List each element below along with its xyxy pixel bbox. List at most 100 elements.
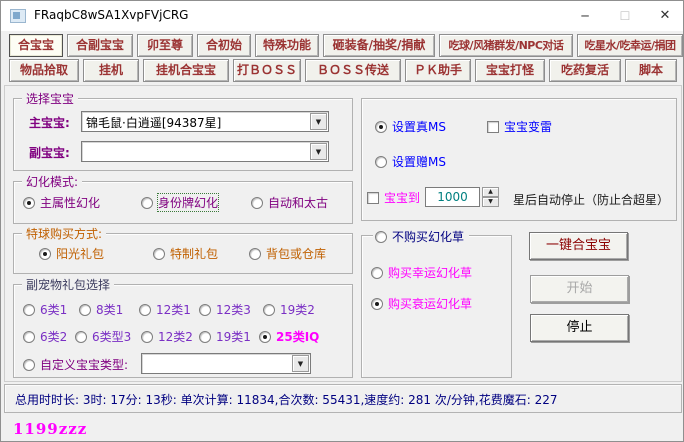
tab-smash-lottery-donate[interactable]: 砸装备/抽奖/捐献: [323, 34, 435, 57]
radio-icon: [79, 304, 91, 316]
status-bar: 总用时时长: 3时: 17分: 13秒: 单次计算: 11834,合次数: 55…: [4, 384, 682, 413]
group-subpet-pack-title: 副宠物礼包选择: [22, 276, 114, 293]
checkbox-icon: [367, 192, 379, 204]
radio-pack-19-1[interactable]: 19类1: [199, 328, 251, 345]
sub-pet-label: 副宝宝:: [29, 144, 70, 161]
radio-icon: [141, 197, 153, 209]
radio-label: 12类3: [216, 301, 251, 318]
radio-sunshine-pack[interactable]: 阳光礼包: [39, 245, 104, 262]
radio-bag-or-warehouse[interactable]: 背包或仓库: [249, 245, 326, 262]
custom-pet-type-select[interactable]: ▼: [141, 353, 311, 374]
tab-eat-med-revive[interactable]: 吃药复活: [549, 59, 621, 82]
radio-pack-6-1[interactable]: 6类1: [23, 301, 67, 318]
group-ball-buy-title: 特球购买方式:: [22, 225, 106, 242]
radio-label: 特制礼包: [170, 245, 218, 262]
radio-buy-unlucky-grass[interactable]: 购买衰运幻化草: [371, 295, 472, 312]
radio-icon: [23, 331, 35, 343]
radio-pack-8-1[interactable]: 8类1: [79, 301, 123, 318]
radio-icon: [375, 156, 387, 168]
main-pet-select[interactable]: 锦毛鼠·白逍遥[94387星] ▼: [81, 111, 329, 132]
tab-mao-zhizun[interactable]: 卯至尊: [137, 34, 193, 57]
radio-no-buy-grass[interactable]: 不购买幻化草: [373, 228, 469, 245]
chevron-down-icon[interactable]: ▼: [310, 143, 327, 160]
radio-label: 12类1: [156, 301, 191, 318]
tab-boss-teleport[interactable]: ＢＯＳＳ传送: [305, 59, 401, 82]
spin-up-icon[interactable]: ▲: [482, 187, 499, 197]
radio-label: 6类1: [40, 301, 67, 318]
radio-icon: [199, 304, 211, 316]
radio-set-gift-ms[interactable]: 设置赠MS: [375, 153, 446, 170]
tab-starwater-lucky[interactable]: 吃星水/吃幸运/捐团: [577, 34, 683, 57]
radio-pack-19-2[interactable]: 19类2: [263, 301, 315, 318]
main-pet-value: 锦毛鼠·白逍遥[94387星]: [86, 114, 308, 131]
checkbox-pet-to-star[interactable]: 宝宝到: [367, 189, 420, 206]
radio-pack-25-iq[interactable]: 25类IQ: [259, 328, 319, 345]
radio-label: 设置赠MS: [392, 153, 446, 170]
radio-custom-pet-type[interactable]: 自定义宝宝类型:: [23, 356, 128, 373]
radio-label: 身份牌幻化: [158, 194, 218, 211]
star-limit-input[interactable]: 1000: [425, 187, 480, 207]
radio-main-attr-morph[interactable]: 主属性幻化: [23, 194, 100, 211]
one-key-combine-button[interactable]: 一键合宝宝: [529, 232, 628, 260]
radio-label: 背包或仓库: [266, 245, 326, 262]
radio-icon: [153, 248, 165, 260]
tab-special-func[interactable]: 特殊功能: [255, 34, 319, 57]
tab-pet-fight[interactable]: 宝宝打怪: [475, 59, 545, 82]
tab-fight-boss[interactable]: 打ＢＯＳＳ: [233, 59, 301, 82]
radio-pack-6-2[interactable]: 6类2: [23, 328, 67, 345]
minimize-button[interactable]: ─: [565, 1, 605, 31]
tab-pk-helper[interactable]: ＰＫ助手: [405, 59, 471, 82]
group-morph-mode-title: 幻化模式:: [22, 173, 82, 190]
radio-icon: [23, 304, 35, 316]
tab-afk-combine[interactable]: 挂机合宝宝: [143, 59, 229, 82]
radio-special-pack[interactable]: 特制礼包: [153, 245, 218, 262]
app-icon: [10, 9, 26, 23]
start-button[interactable]: 开始: [530, 275, 629, 303]
checkbox-label: 宝宝到: [384, 189, 420, 206]
radio-buy-lucky-grass[interactable]: 购买幸运幻化草: [371, 264, 472, 281]
radio-pack-12-1[interactable]: 12类1: [139, 301, 191, 318]
radio-label: 19类1: [216, 328, 251, 345]
radio-pack-12-3[interactable]: 12类3: [199, 301, 251, 318]
radio-icon: [23, 359, 35, 371]
chevron-down-icon[interactable]: ▼: [310, 113, 327, 130]
main-pet-label: 主宝宝:: [29, 114, 70, 131]
radio-auto-taigu[interactable]: 自动和太古: [251, 194, 328, 211]
chevron-down-icon[interactable]: ▼: [292, 355, 309, 372]
radio-icon: [249, 248, 261, 260]
radio-icon: [141, 331, 153, 343]
star-limit-stepper[interactable]: ▲ ▼: [482, 187, 499, 207]
radio-pack-6t-3[interactable]: 6类型3: [75, 328, 131, 345]
radio-pack-12-2[interactable]: 12类2: [141, 328, 193, 345]
sub-pet-select[interactable]: ▼: [81, 141, 329, 162]
window-title: FRaqbC8wSA1XvpFVjCRG: [34, 8, 188, 22]
radio-set-real-ms[interactable]: 设置真MS: [375, 118, 446, 135]
stop-button[interactable]: 停止: [530, 314, 629, 342]
maximize-button[interactable]: ☐: [605, 1, 645, 31]
radio-label: 主属性幻化: [40, 194, 100, 211]
tab-afk[interactable]: 挂机: [83, 59, 139, 82]
tab-eatball-npc[interactable]: 吃球/风猪群发/NPC对话: [439, 34, 573, 57]
title-bar: FRaqbC8wSA1XvpFVjCRG ─ ☐ ✕: [1, 1, 683, 31]
star-stop-hint: 星后自动停止（防止合超星）: [513, 191, 669, 208]
checkbox-pet-thunder[interactable]: 宝宝变雷: [487, 118, 552, 135]
tab-combine-initial[interactable]: 合初始: [197, 34, 251, 57]
radio-icon: [259, 331, 271, 343]
radio-label: 自动和太古: [268, 194, 328, 211]
radio-icon: [263, 304, 275, 316]
app-window: FRaqbC8wSA1XvpFVjCRG ─ ☐ ✕ 合宝宝 合副宝宝 卯至尊 …: [0, 0, 684, 442]
radio-label: 6类2: [40, 328, 67, 345]
radio-label: 购买幸运幻化草: [388, 264, 472, 281]
tab-item-pickup[interactable]: 物品拾取: [9, 59, 79, 82]
close-button[interactable]: ✕: [645, 1, 684, 31]
radio-label: 自定义宝宝类型:: [40, 356, 128, 373]
tab-combine-pet[interactable]: 合宝宝: [9, 34, 63, 57]
spin-down-icon[interactable]: ▼: [482, 197, 499, 207]
tab-combine-subpet[interactable]: 合副宝宝: [67, 34, 133, 57]
radio-idcard-morph[interactable]: 身份牌幻化: [141, 194, 218, 211]
radio-icon: [139, 304, 151, 316]
radio-label: 19类2: [280, 301, 315, 318]
tab-script[interactable]: 脚本: [625, 59, 677, 82]
radio-label: 12类2: [158, 328, 193, 345]
radio-label: 8类1: [96, 301, 123, 318]
